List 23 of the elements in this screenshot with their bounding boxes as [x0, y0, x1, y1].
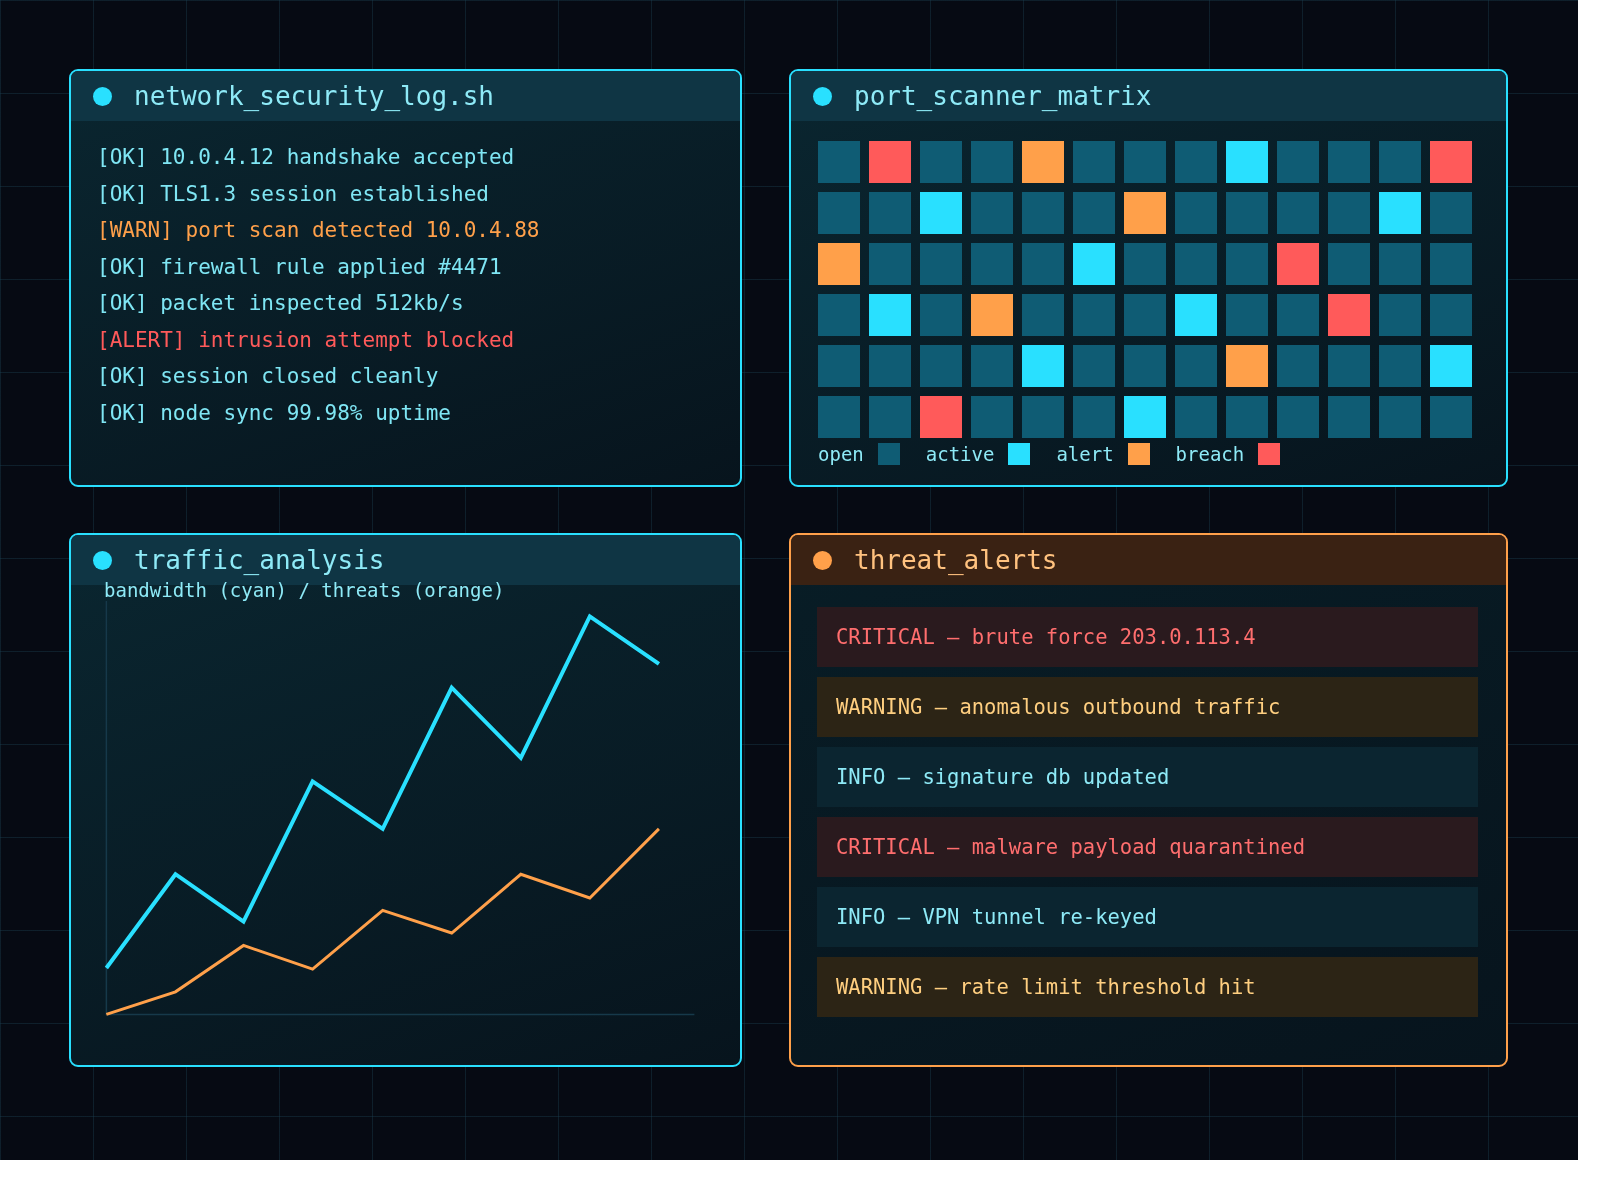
- log-line: [OK] session closed cleanly: [97, 363, 440, 390]
- log-line: [OK] TLS1.3 session established: [97, 180, 490, 208]
- alert-row: CRITICAL — brute force 203.0.113.4: [817, 607, 1478, 667]
- panel-title: traffic_analysis: [134, 543, 385, 577]
- panel-title: threat_alerts: [854, 543, 1058, 577]
- legend-label: open: [818, 442, 864, 467]
- panel-title: port_scanner_matrix: [854, 79, 1152, 113]
- alert-row: INFO — VPN tunnel re-keyed: [817, 887, 1478, 947]
- log-line: [OK] 10.0.4.12 handshake accepted: [97, 144, 516, 171]
- alert-row: WARNING — rate limit threshold hit: [817, 957, 1478, 1017]
- alert-row: WARNING — anomalous outbound traffic: [817, 677, 1478, 737]
- legend-label: breach: [1175, 442, 1245, 467]
- legend-label: alert: [1056, 442, 1114, 467]
- alert-row: CRITICAL — malware payload quarantined: [817, 817, 1478, 877]
- log-line: [ALERT] intrusion attempt blocked: [97, 326, 516, 354]
- log-line: [OK] packet inspected 512kb/s: [97, 290, 465, 317]
- alert-row: INFO — signature db updated: [817, 747, 1478, 807]
- chart-caption: bandwidth (cyan) / threats (orange): [103, 579, 506, 601]
- log-line: [OK] firewall rule applied #4471: [97, 253, 503, 281]
- log-line: [OK] node sync 99.98% uptime: [97, 399, 452, 427]
- log-line: [WARN] port scan detected 10.0.4.88: [97, 217, 541, 244]
- legend-label: active: [925, 442, 995, 467]
- panel-title: network_security_log.sh: [134, 79, 495, 113]
